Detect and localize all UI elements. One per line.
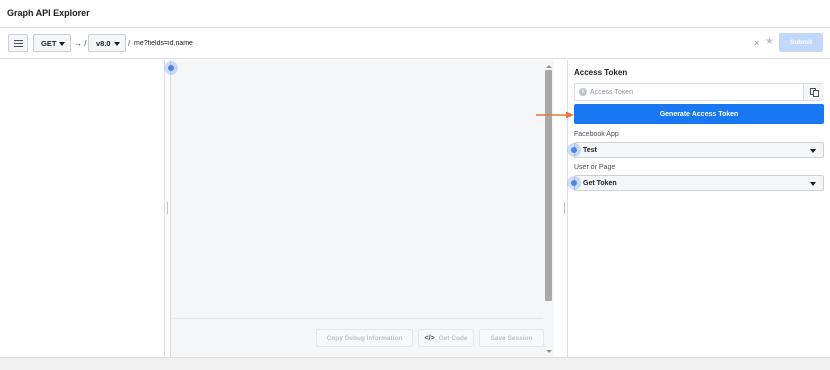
- click-marker: [567, 176, 581, 190]
- menu-line: [13, 42, 23, 44]
- response-editor[interactable]: [170, 60, 554, 357]
- access-token-input[interactable]: [590, 86, 790, 98]
- menu-line: [13, 45, 23, 47]
- api-version-select[interactable]: v8.0: [88, 34, 126, 52]
- bottom-status-bar: [0, 357, 830, 370]
- path-arrow: → /: [74, 39, 87, 48]
- chevron-down-icon: [810, 149, 816, 153]
- user-or-page-select[interactable]: Get Token: [574, 175, 824, 191]
- chevron-down-icon: [810, 182, 816, 186]
- click-marker: [164, 61, 178, 75]
- get-code-label: Get Code: [438, 334, 468, 342]
- annotation-arrow-icon: [536, 111, 574, 119]
- http-method-value: GET: [41, 38, 57, 48]
- click-marker: [567, 143, 581, 157]
- editor-scrollbar[interactable]: [543, 62, 554, 357]
- resize-grip: [167, 202, 168, 214]
- facebook-app-select[interactable]: Test: [574, 142, 824, 158]
- facebook-app-label: Facebook App: [574, 131, 619, 138]
- submit-button[interactable]: Submit: [779, 33, 823, 52]
- field-explorer-panel: [0, 60, 165, 357]
- query-path-input[interactable]: [134, 36, 744, 50]
- scroll-thumb[interactable]: [545, 70, 552, 301]
- clear-icon[interactable]: ×: [754, 38, 759, 48]
- save-session-button[interactable]: Save Session: [479, 329, 544, 347]
- chevron-down-icon: [59, 42, 65, 46]
- api-version-value: v8.0: [96, 38, 111, 48]
- access-token-field: i: [574, 83, 824, 101]
- hamburger-menu-icon[interactable]: [8, 34, 28, 52]
- facebook-app-value: Test: [583, 146, 597, 154]
- generate-access-token-button[interactable]: Generate Access Token: [574, 104, 824, 124]
- scroll-down-arrow-icon[interactable]: [546, 350, 552, 353]
- star-icon[interactable]: ★: [765, 37, 774, 47]
- chevron-down-icon: [114, 42, 120, 46]
- user-or-page-value: Get Token: [583, 179, 617, 187]
- resize-grip: [564, 202, 565, 214]
- get-code-button[interactable]: </> Get Code: [418, 329, 474, 347]
- info-icon: i: [579, 88, 587, 96]
- access-token-title: Access Token: [574, 68, 628, 77]
- app-header: Graph API Explorer: [0, 0, 830, 28]
- copy-icon: [810, 88, 819, 97]
- path-slash: /: [128, 39, 131, 48]
- scroll-up-arrow-icon[interactable]: [546, 65, 552, 68]
- editor-footer: Copy Debug Information </> Get Code Save…: [171, 318, 544, 357]
- query-toolbar: GET → / v8.0 / × ★ Submit: [0, 28, 830, 59]
- app-title: Graph API Explorer: [7, 8, 90, 18]
- user-or-page-label: User or Page: [574, 164, 616, 171]
- http-method-select[interactable]: GET: [33, 34, 71, 52]
- copy-token-button[interactable]: [803, 84, 824, 100]
- menu-line: [13, 39, 23, 41]
- code-icon: </>: [424, 334, 435, 342]
- copy-debug-button[interactable]: Copy Debug Information: [316, 329, 413, 347]
